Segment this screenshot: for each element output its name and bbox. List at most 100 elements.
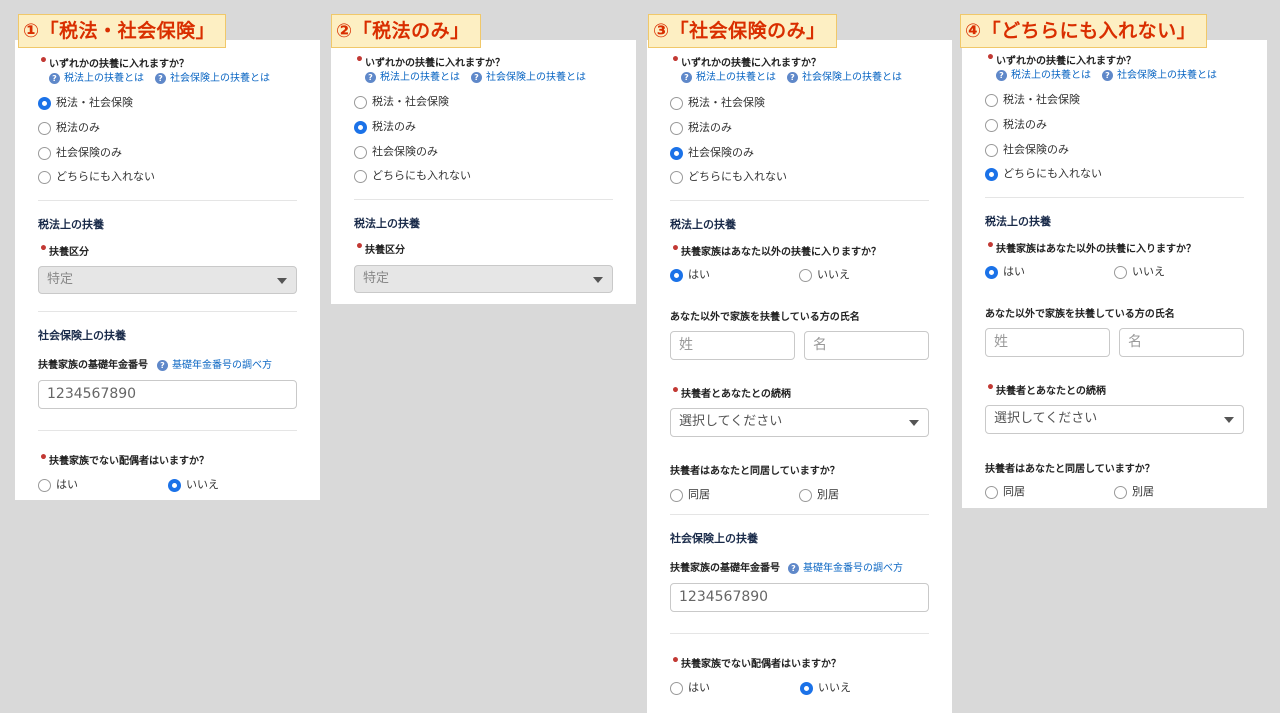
radio-icon[interactable] [38,478,51,492]
radio-tax-only[interactable]: 税法のみ [38,119,100,135]
first-name-input[interactable]: 名 [804,331,929,360]
question-other-dependent: 扶養家族はあなた以外の扶養に入りますか？ [681,247,881,258]
radio-icon[interactable] [670,170,683,184]
scenario-4-label: ④「どちらにも入れない」 [960,14,1208,48]
radio-spouse-yes[interactable]: はい [670,679,710,695]
radio-selected-icon[interactable] [800,681,813,695]
radio-tax-only[interactable]: 税法のみ [985,116,1047,132]
question-relation: 扶養者とあなたとの続柄 [996,386,1106,397]
radio-icon[interactable] [670,681,683,695]
radio-icon[interactable] [799,268,812,282]
radio-icon[interactable] [985,93,998,107]
radio-icon[interactable] [670,121,683,135]
divider [354,199,613,200]
radio-icon[interactable] [670,488,683,502]
link-tax-dependent[interactable]: ? 税法上の扶養とは [681,68,776,83]
radio-icon[interactable] [38,170,51,184]
question-pension: 扶養家族の基礎年金番号 [670,563,780,574]
help-icon: ? [365,71,376,83]
radio-social-only[interactable]: 社会保険のみ [354,143,438,159]
radio-both[interactable]: 税法・社会保険 [985,91,1080,107]
radio-icon[interactable] [985,143,998,157]
question-pension: 扶養家族の基礎年金番号 [38,360,148,371]
category-select[interactable]: 特定 [354,265,613,293]
radio-selected-icon[interactable] [670,268,683,282]
chevron-down-icon [593,277,603,283]
link-social-dependent[interactable]: ? 社会保険上の扶養とは [471,68,586,83]
radio-selected-icon[interactable] [168,478,181,492]
link-tax-dependent[interactable]: ? 税法上の扶養とは [996,66,1091,81]
question-other-name: あなた以外で家族を扶養している方の氏名 [670,312,860,323]
radio-other-no[interactable]: いいえ [799,266,850,282]
category-select[interactable]: 特定 [38,266,297,294]
radio-cohabit-same[interactable]: 同居 [670,486,710,502]
section-tax-dependent: 税法上の扶養 [670,218,736,231]
help-icon: ? [788,562,799,574]
radio-tax-only[interactable]: 税法のみ [354,118,416,134]
link-pension-lookup[interactable]: ? 基礎年金番号の調べ方 [788,559,903,574]
link-tax-dependent[interactable]: ? 税法上の扶養とは [49,69,144,84]
radio-other-no[interactable]: いいえ [1114,263,1165,279]
help-icon: ? [157,359,168,371]
radio-social-only[interactable]: 社会保険のみ [38,144,122,160]
radio-cohabit-separate[interactable]: 別居 [799,486,839,502]
radio-icon[interactable] [670,96,683,110]
link-social-dependent[interactable]: ? 社会保険上の扶養とは [155,69,270,84]
radio-neither[interactable]: どちらにも入れない [38,168,155,184]
radio-icon[interactable] [38,146,51,160]
radio-both[interactable]: 税法・社会保険 [354,93,449,109]
panel-scenario-2: • いずれかの扶養に入れますか？ ? 税法上の扶養とは ? 社会保険上の扶養とは 税… [331,40,636,304]
question-category: 扶養区分 [365,245,405,256]
radio-spouse-yes[interactable]: はい [38,476,78,492]
radio-neither[interactable]: どちらにも入れない [670,168,787,184]
radio-cohabit-same[interactable]: 同居 [985,483,1025,499]
question-other-name: あなた以外で家族を扶養している方の氏名 [985,309,1175,320]
radio-neither[interactable]: どちらにも入れない [354,167,471,183]
last-name-input[interactable]: 姓 [670,331,795,360]
radio-selected-icon[interactable] [354,120,367,134]
link-social-dependent[interactable]: ? 社会保険上の扶養とは [787,68,902,83]
radio-spouse-no[interactable]: いいえ [168,476,219,492]
radio-both[interactable]: 税法・社会保険 [38,94,133,110]
relation-select[interactable]: 選択してください [985,405,1244,434]
radio-both[interactable]: 税法・社会保険 [670,94,765,110]
pension-number-input[interactable]: 1234567890 [38,380,297,409]
section-tax-dependent: 税法上の扶養 [354,217,420,230]
help-icon: ? [996,69,1007,81]
relation-select[interactable]: 選択してください [670,408,929,437]
radio-icon[interactable] [799,488,812,502]
divider [38,430,297,431]
last-name-input[interactable]: 姓 [985,328,1110,357]
radio-icon[interactable] [354,145,367,159]
radio-tax-only[interactable]: 税法のみ [670,119,732,135]
radio-spouse-no[interactable]: いいえ [800,679,851,695]
radio-selected-icon[interactable] [985,167,998,181]
radio-icon[interactable] [985,118,998,132]
link-pension-lookup[interactable]: ? 基礎年金番号の調べ方 [157,356,272,371]
radio-other-yes[interactable]: はい [670,266,710,282]
link-social-dependent[interactable]: ? 社会保険上の扶養とは [1102,66,1217,81]
radio-icon[interactable] [985,485,998,499]
first-name-input[interactable]: 名 [1119,328,1244,357]
pension-number-input[interactable]: 1234567890 [670,583,929,612]
radio-selected-icon[interactable] [670,146,683,160]
section-tax-dependent: 税法上の扶養 [985,215,1051,228]
link-tax-dependent[interactable]: ? 税法上の扶養とは [365,68,460,83]
radio-selected-icon[interactable] [38,96,51,110]
radio-icon[interactable] [1114,265,1127,279]
radio-other-yes[interactable]: はい [985,263,1025,279]
radio-icon[interactable] [1114,485,1127,499]
radio-social-only[interactable]: 社会保険のみ [985,141,1069,157]
help-icon: ? [787,71,798,83]
chevron-down-icon [909,420,919,426]
radio-icon[interactable] [354,95,367,109]
radio-neither[interactable]: どちらにも入れない [985,165,1102,181]
radio-social-only[interactable]: 社会保険のみ [670,144,754,160]
help-icon: ? [681,71,692,83]
radio-cohabit-separate[interactable]: 別居 [1114,483,1154,499]
radio-selected-icon[interactable] [985,265,998,279]
radio-icon[interactable] [38,121,51,135]
section-social-dependent: 社会保険上の扶養 [38,329,126,342]
help-icon: ? [471,71,482,83]
radio-icon[interactable] [354,169,367,183]
